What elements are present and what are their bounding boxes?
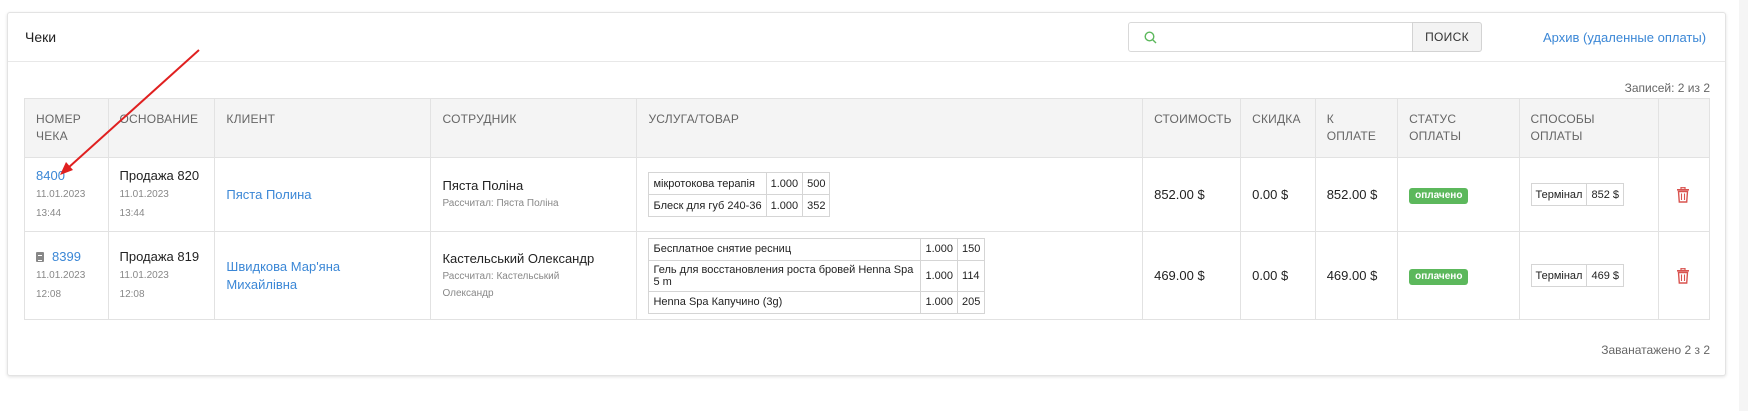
- employee-cell: Пяста Поліна Рассчитал: Пяста Поліна: [430, 157, 638, 232]
- item-name: мікротокова терапія: [648, 172, 767, 195]
- receipt-time: 12:08: [36, 289, 62, 300]
- item-row: Гель для восстановления роста бровей Hen…: [648, 259, 986, 292]
- item-qty: 1.000: [765, 172, 804, 195]
- actions-cell: [1657, 157, 1711, 232]
- payment-table: Термінал 852 $: [1530, 183, 1625, 206]
- client-cell: Пяста Полина: [214, 157, 432, 232]
- item-row: Бесплатное снятие ресниц 1.000 150: [648, 237, 986, 261]
- item-price: 114: [957, 259, 986, 292]
- loaded-count: Заванатажено 2 з 2: [1601, 343, 1710, 357]
- status-badge: оплачено: [1409, 187, 1469, 204]
- item-row: Блеск для губ 240-36 1.000 352: [648, 194, 831, 217]
- column-header-cost[interactable]: СТОИМОСТЬ: [1142, 98, 1242, 158]
- client-cell: Швидкова Мар'яна Михайлівна: [214, 231, 432, 320]
- column-header-basis[interactable]: ОСНОВАНИЕ: [107, 98, 216, 158]
- search-icon: [1144, 31, 1157, 44]
- item-row: Henna Spa Капучино (3g) 1.000 205: [648, 290, 986, 314]
- column-header-employee[interactable]: СОТРУДНИК: [430, 98, 638, 158]
- item-price: 205: [957, 290, 986, 314]
- receipt-number-cell: 8400 11.01.2023 13:44: [24, 157, 109, 232]
- actions-cell: [1657, 231, 1711, 320]
- items-table: Бесплатное снятие ресниц 1.000 150 Гель …: [648, 237, 986, 314]
- table-row: 8400 11.01.2023 13:44 Продажа 820 11.01.…: [24, 157, 1711, 232]
- status-badge: оплачено: [1409, 268, 1469, 285]
- basis-text: Продажа 819: [119, 249, 200, 264]
- column-header-service[interactable]: УСЛУГА/ТОВАР: [636, 98, 1144, 158]
- item-qty: 1.000: [920, 259, 959, 292]
- client-link[interactable]: Швидкова Мар'яна Михайлівна: [226, 259, 340, 292]
- page-scrollbar[interactable]: [1739, 0, 1748, 411]
- table-header-row: НОМЕР ЧЕКА ОСНОВАНИЕ КЛИЕНТ СОТРУДНИК УСЛ…: [24, 98, 1711, 158]
- item-name: Гель для восстановления роста бровей Hen…: [648, 259, 922, 292]
- receipt-date: 11.01.2023: [36, 270, 86, 281]
- column-header-to-pay[interactable]: К ОПЛАТЕ: [1314, 98, 1399, 158]
- item-price: 500: [802, 172, 831, 195]
- payment-amount: 469 $: [1586, 264, 1624, 287]
- item-name: Бесплатное снятие ресниц: [648, 237, 922, 261]
- payment-table: Термінал 469 $: [1530, 264, 1625, 287]
- employee-name: Кастельський Олександр: [442, 250, 595, 266]
- employee-calculated-by: Рассчитал: Пяста Поліна: [442, 198, 559, 209]
- receipt-time: 13:44: [36, 208, 62, 219]
- search-input[interactable]: [1165, 26, 1409, 50]
- archive-link[interactable]: Архив (удаленные оплаты): [1543, 30, 1706, 45]
- payment-methods-cell: Термінал 852 $: [1518, 157, 1659, 232]
- item-qty: 1.000: [765, 194, 804, 217]
- payment-methods-cell: Термінал 469 $: [1518, 231, 1659, 320]
- basis-date: 11.01.2023: [119, 270, 169, 281]
- receipt-date: 11.01.2023: [36, 189, 86, 200]
- column-header-status[interactable]: СТАТУС ОПЛАТЫ: [1397, 98, 1520, 158]
- trash-icon[interactable]: [1676, 186, 1690, 203]
- discount-cell: 0.00 $: [1240, 231, 1316, 320]
- column-header-actions: [1657, 98, 1711, 158]
- search-box[interactable]: [1128, 22, 1413, 52]
- employee-name: Пяста Поліна: [442, 178, 524, 193]
- trash-icon[interactable]: [1676, 267, 1690, 284]
- client-link[interactable]: Пяста Полина: [226, 187, 311, 202]
- payment-method: Термінал: [1530, 183, 1588, 206]
- to-pay-cell: 469.00 $: [1314, 231, 1399, 320]
- item-name: Блеск для губ 240-36: [648, 194, 767, 217]
- payment-method: Термінал: [1530, 264, 1588, 287]
- basis-time: 12:08: [119, 289, 145, 300]
- basis-text: Продажа 820: [119, 168, 200, 183]
- receipt-icon: [36, 252, 44, 262]
- status-cell: оплачено: [1397, 231, 1520, 320]
- item-price: 352: [802, 194, 831, 217]
- status-cell: оплачено: [1397, 157, 1520, 232]
- employee-cell: Кастельський Олександр Рассчитал: Кастел…: [430, 231, 638, 320]
- cost-cell: 852.00 $: [1142, 157, 1242, 232]
- basis-cell: Продажа 820 11.01.2023 13:44: [107, 157, 216, 232]
- basis-cell: Продажа 819 11.01.2023 12:08: [107, 231, 216, 320]
- table-row: 8399 11.01.2023 12:08 Продажа 819 11.01.…: [24, 231, 1711, 320]
- column-header-methods[interactable]: СПОСОБЫ ОПЛАТЫ: [1518, 98, 1659, 158]
- items-table: мікротокова терапія 1.000 500 Блеск для …: [648, 172, 831, 217]
- service-cell: Бесплатное снятие ресниц 1.000 150 Гель …: [636, 231, 1144, 320]
- to-pay-cell: 852.00 $: [1314, 157, 1399, 232]
- page-title: Чеки: [25, 29, 57, 45]
- search-button[interactable]: ПОИСК: [1412, 22, 1482, 52]
- receipts-panel: Чеки ПОИСК Архив (удаленные оплаты) Запи…: [7, 12, 1726, 376]
- column-header-number[interactable]: НОМЕР ЧЕКА: [24, 98, 109, 158]
- item-row: мікротокова терапія 1.000 500: [648, 172, 831, 195]
- item-qty: 1.000: [920, 290, 959, 314]
- item-name: Henna Spa Капучино (3g): [648, 290, 922, 314]
- receipts-table: НОМЕР ЧЕКА ОСНОВАНИЕ КЛИЕНТ СОТРУДНИК УСЛ…: [24, 98, 1711, 320]
- service-cell: мікротокова терапія 1.000 500 Блеск для …: [636, 157, 1144, 232]
- receipt-number-link[interactable]: 8399: [52, 249, 81, 264]
- basis-time: 13:44: [119, 208, 145, 219]
- payment-amount: 852 $: [1586, 183, 1624, 206]
- item-price: 150: [957, 237, 986, 261]
- column-header-client[interactable]: КЛИЕНТ: [214, 98, 432, 158]
- cost-cell: 469.00 $: [1142, 231, 1242, 320]
- receipt-number-cell: 8399 11.01.2023 12:08: [24, 231, 109, 320]
- employee-calculated-by: Рассчитал: Кастельський Олександр: [442, 270, 560, 299]
- records-count: Записей: 2 из 2: [1624, 81, 1710, 95]
- basis-date: 11.01.2023: [119, 189, 169, 200]
- receipt-number-link[interactable]: 8400: [36, 168, 65, 183]
- discount-cell: 0.00 $: [1240, 157, 1316, 232]
- panel-header: Чеки ПОИСК Архив (удаленные оплаты): [8, 13, 1725, 62]
- column-header-discount[interactable]: СКИДКА: [1240, 98, 1316, 158]
- item-qty: 1.000: [920, 237, 959, 261]
